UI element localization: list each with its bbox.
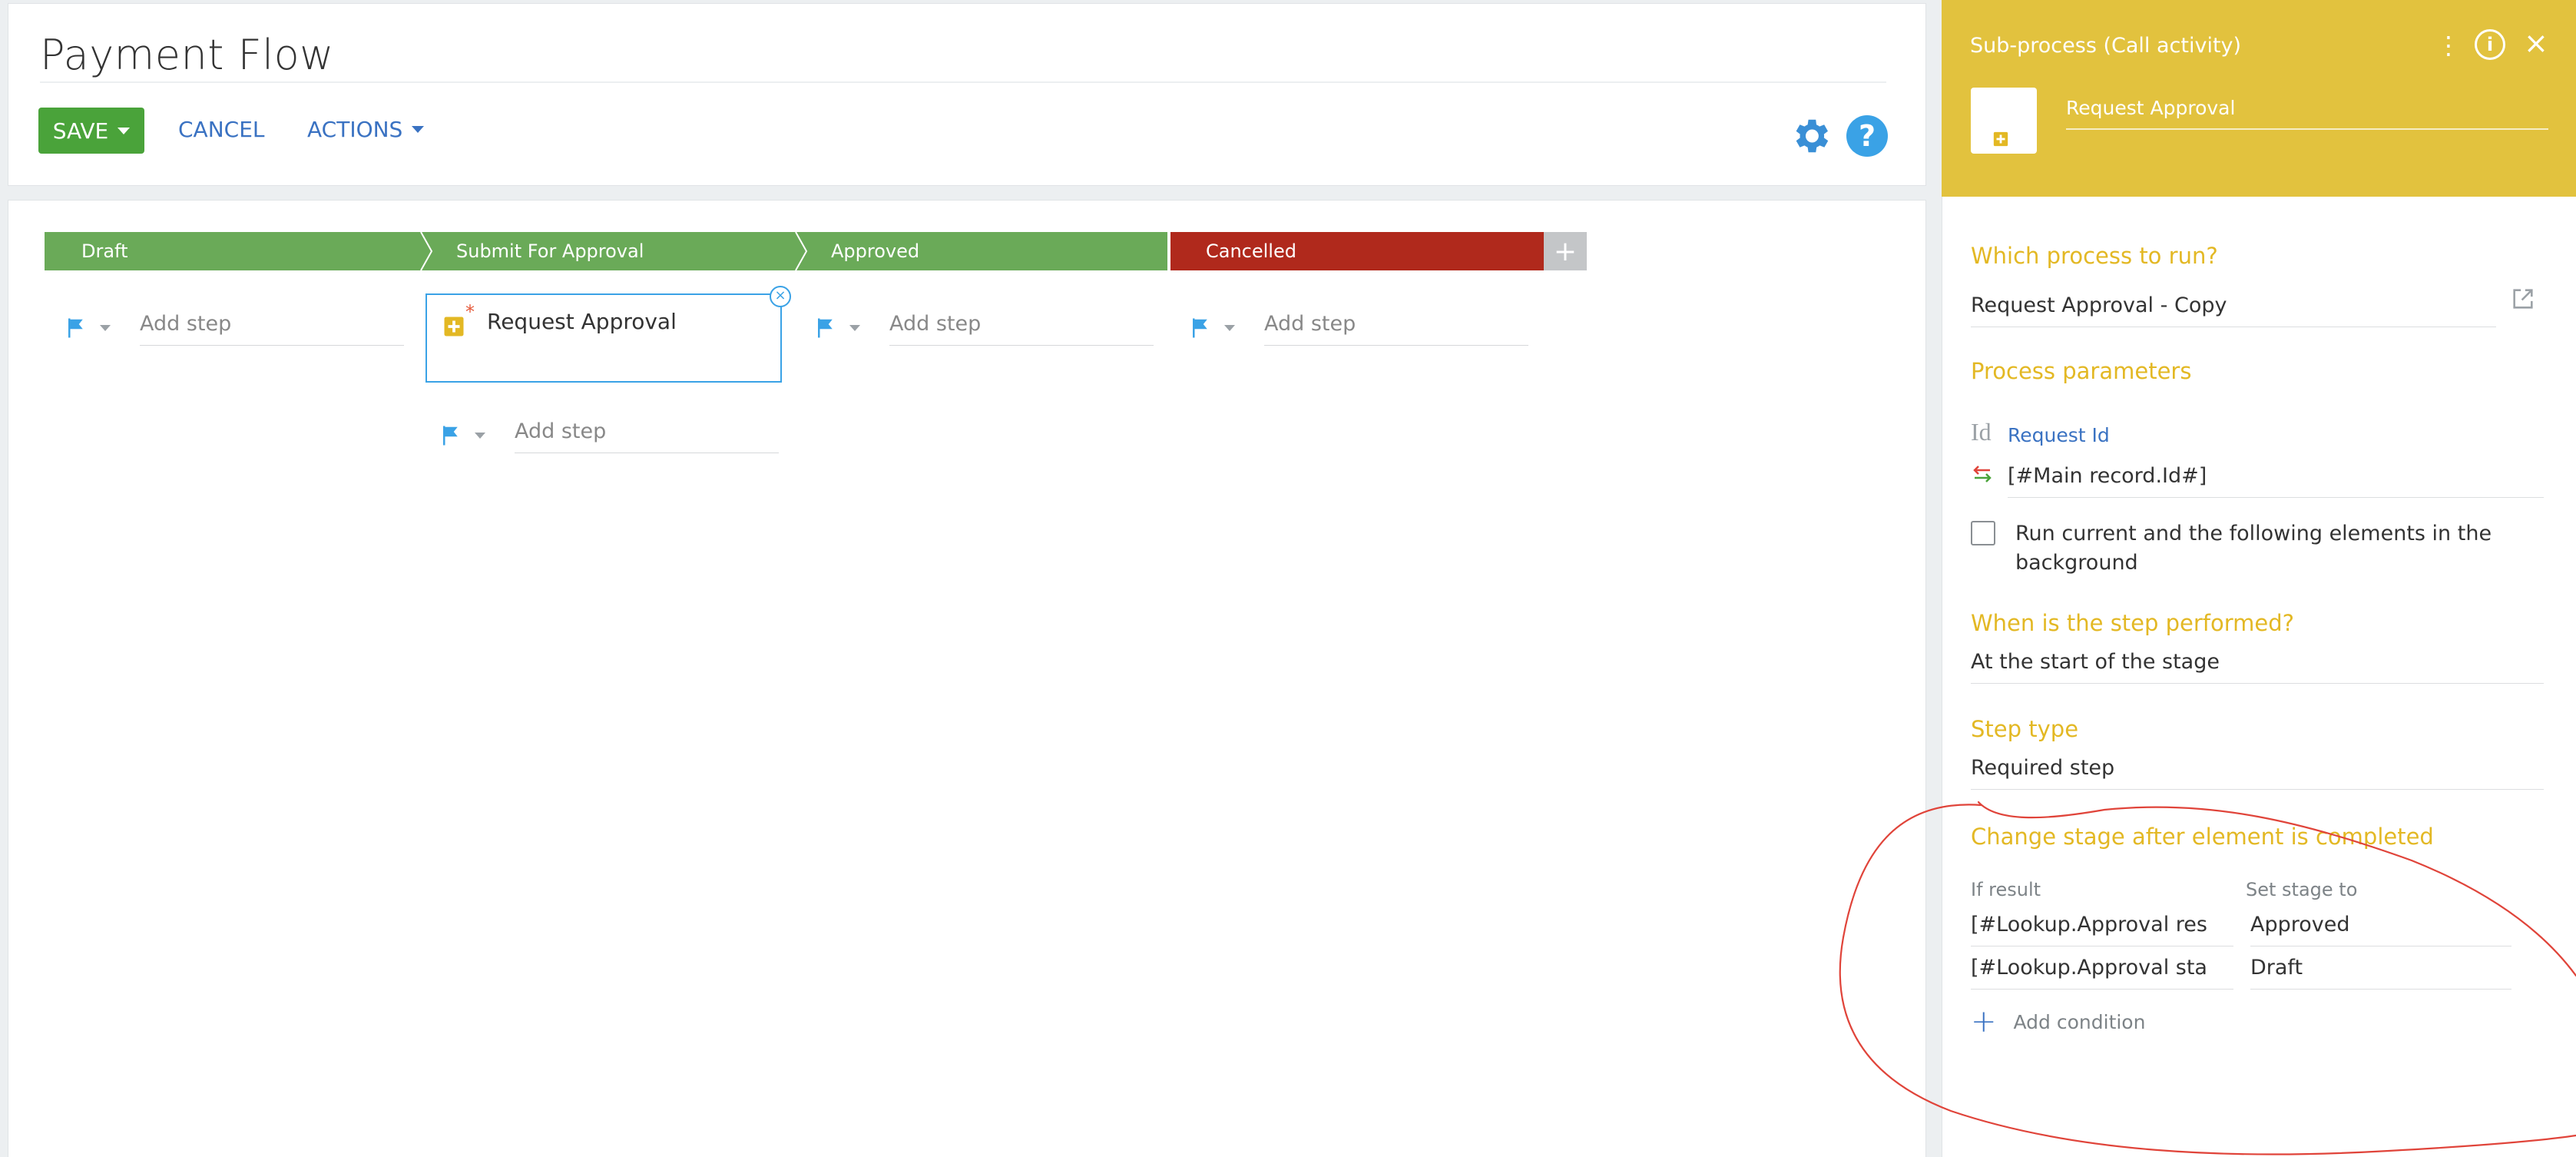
mapping-arrows-icon bbox=[1973, 466, 1992, 482]
panel-title: Sub-process (Call activity) bbox=[1970, 34, 2242, 58]
gear-icon[interactable] bbox=[1788, 114, 1833, 158]
step-card-request-approval[interactable]: * Request Approval × bbox=[425, 286, 791, 383]
step-type-dropdown[interactable] bbox=[814, 317, 860, 340]
chevron-down-icon bbox=[118, 127, 131, 134]
step-type-dropdown[interactable] bbox=[439, 424, 485, 447]
condition-if-result-field[interactable]: [#Lookup.Approval res bbox=[1971, 913, 2233, 946]
actions-button-label: ACTIONS bbox=[307, 117, 403, 142]
set-stage-header: Set stage to bbox=[2246, 879, 2358, 900]
add-step-input[interactable]: Add step bbox=[1264, 312, 1528, 346]
chevron-down-icon bbox=[849, 325, 860, 331]
add-condition-button[interactable]: + Add condition bbox=[1971, 1006, 2145, 1037]
param-name: Request Id bbox=[2008, 424, 2110, 446]
actions-button[interactable]: ACTIONS bbox=[307, 117, 425, 142]
flag-icon bbox=[1193, 318, 1207, 338]
param-value-field[interactable]: [#Main record.Id#] bbox=[2008, 464, 2544, 498]
stage-draft-label: Draft bbox=[81, 240, 128, 262]
when-section-title: When is the step performed? bbox=[1971, 610, 2295, 636]
plus-icon: + bbox=[1971, 1004, 1997, 1039]
process-section-title: Which process to run? bbox=[1971, 243, 2218, 269]
step-type-dropdown[interactable] bbox=[65, 317, 111, 340]
condition-stage-field[interactable]: Draft bbox=[2250, 956, 2511, 990]
chevron-down-icon bbox=[1224, 325, 1235, 331]
stage-bar bbox=[45, 232, 1544, 270]
condition-if-result-field[interactable]: [#Lookup.Approval sta bbox=[1971, 956, 2233, 990]
step-type-dropdown[interactable] bbox=[1189, 317, 1235, 340]
cancel-button[interactable]: CANCEL bbox=[178, 117, 265, 142]
stage-cancelled-label: Cancelled bbox=[1206, 240, 1296, 262]
flag-icon bbox=[68, 318, 83, 338]
flag-icon bbox=[443, 426, 458, 446]
flag-icon bbox=[818, 318, 833, 338]
step-card-label: Request Approval bbox=[487, 309, 677, 334]
element-name-input[interactable]: Request Approval bbox=[2066, 97, 2548, 130]
element-icon bbox=[1971, 88, 2037, 154]
stage-approved-label: Approved bbox=[831, 240, 920, 262]
add-step-input[interactable]: Add step bbox=[889, 312, 1154, 346]
chevron-down-icon bbox=[412, 126, 425, 133]
subprocess-icon bbox=[444, 317, 464, 336]
when-performed-field[interactable]: At the start of the stage bbox=[1971, 650, 2544, 684]
add-stage-button[interactable]: + bbox=[1544, 232, 1587, 270]
add-step-input[interactable]: Add step bbox=[140, 312, 404, 346]
add-step-input[interactable]: Add step bbox=[515, 419, 779, 453]
background-checkbox[interactable] bbox=[1971, 521, 1995, 545]
required-marker: * bbox=[465, 301, 475, 323]
stage-submit-label: Submit For Approval bbox=[456, 240, 644, 262]
save-button-label: SAVE bbox=[52, 118, 109, 144]
id-type-icon: Id bbox=[1971, 418, 1992, 446]
add-condition-label: Add condition bbox=[2013, 1010, 2146, 1033]
save-button[interactable]: SAVE bbox=[38, 108, 144, 154]
help-icon[interactable]: ? bbox=[1846, 115, 1888, 157]
info-icon[interactable]: i bbox=[2475, 29, 2505, 60]
title-divider bbox=[40, 81, 1886, 83]
change-stage-section-title: Change stage after element is completed bbox=[1971, 824, 2434, 850]
background-checkbox-label: Run current and the following elements i… bbox=[2015, 522, 2492, 575]
step-type-section-title: Step type bbox=[1971, 716, 2079, 742]
condition-stage-field[interactable]: Approved bbox=[2250, 913, 2511, 946]
if-result-header: If result bbox=[1971, 879, 2041, 900]
subprocess-icon bbox=[1993, 131, 2008, 147]
page-title: Payment Flow bbox=[40, 31, 334, 79]
close-icon[interactable]: × bbox=[2524, 26, 2548, 60]
step-type-field[interactable]: Required step bbox=[1971, 756, 2544, 790]
params-section-title: Process parameters bbox=[1971, 358, 2192, 384]
open-external-icon[interactable] bbox=[2510, 286, 2536, 312]
more-options-icon[interactable]: ⋮ bbox=[2436, 31, 2461, 60]
process-lookup-field[interactable]: Request Approval - Copy bbox=[1971, 293, 2496, 327]
chevron-down-icon bbox=[100, 325, 111, 331]
close-icon[interactable]: × bbox=[770, 286, 791, 307]
chevron-down-icon bbox=[475, 433, 485, 439]
